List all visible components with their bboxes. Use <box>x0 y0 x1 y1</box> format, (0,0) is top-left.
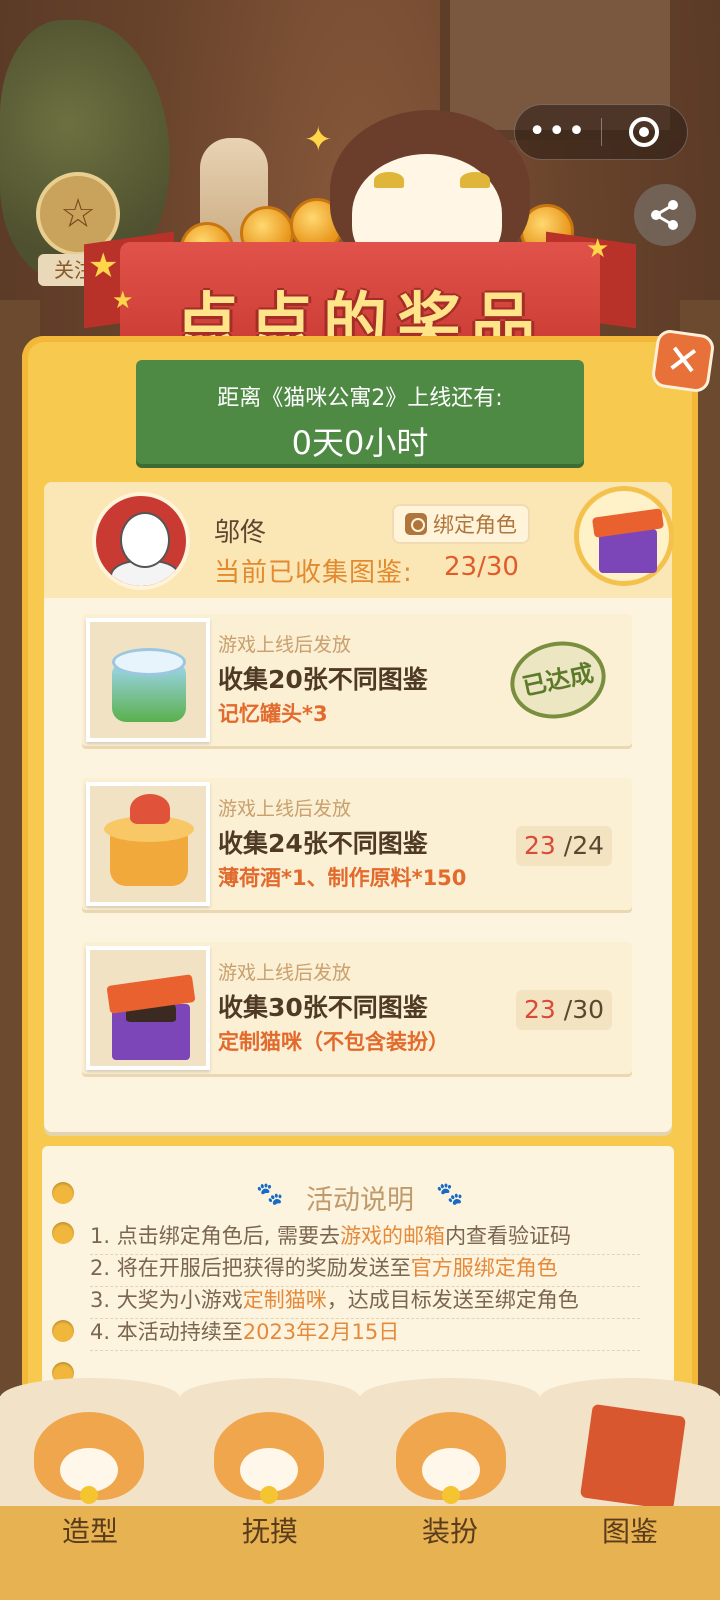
bottom-tab-bar: 造型 抚摸 装扮 图鉴 <box>0 1506 720 1600</box>
reward-subtitle: 游戏上线后发放 <box>218 962 352 984</box>
tab-styling[interactable]: 造型 <box>0 1506 180 1600</box>
bind-icon <box>405 513 427 535</box>
miniprogram-capsule: ••• <box>514 104 688 160</box>
progress-total: /30 <box>563 995 604 1024</box>
user-name: 邬佟 <box>214 518 267 548</box>
progress-current: 23 <box>524 831 556 860</box>
progress-current: 23 <box>524 995 556 1024</box>
reward-item: 游戏上线后发放 收集30张不同图鉴 定制猫咪（不包含装扮） 23 /30 <box>82 942 632 1074</box>
tab-collection[interactable]: 图鉴 <box>540 1506 720 1600</box>
avatar <box>92 492 190 590</box>
description-line: 4. 本活动持续至2023年2月15日 <box>90 1316 640 1351</box>
reward-prize: 记忆罐头*3 <box>218 702 328 726</box>
star-icon: ★ <box>88 246 119 286</box>
star-icon: ★ <box>586 234 610 264</box>
reward-item: 游戏上线后发放 收集20张不同图鉴 记忆罐头*3 已达成 <box>82 614 632 746</box>
bind-role-button[interactable]: 绑定角色 <box>392 504 530 544</box>
share-icon <box>651 200 678 230</box>
close-button[interactable]: ✕ <box>650 328 716 394</box>
reward-title: 收集24张不同图鉴 <box>218 829 428 858</box>
gift-box-icon <box>574 486 674 586</box>
more-icon[interactable]: ••• <box>515 104 601 160</box>
countdown-label: 距离《猫咪公寓2》上线还有: <box>217 386 503 411</box>
reward-prize: 定制猫咪（不包含装扮） <box>218 1030 449 1054</box>
star-icon: ★ <box>112 286 134 314</box>
binder-hole <box>52 1222 74 1244</box>
progress-total: /24 <box>563 831 604 860</box>
target-ring-icon <box>629 117 660 147</box>
share-button[interactable] <box>634 184 696 246</box>
achieved-stamp: 已达成 <box>503 632 613 728</box>
description-line: 1. 点击绑定角色后, 需要去游戏的邮箱内查看验证码 <box>90 1220 640 1255</box>
description-title: 活动说明 <box>306 1185 414 1216</box>
collected-count: 23/30 <box>444 552 519 582</box>
tab-dressup[interactable]: 装扮 <box>360 1506 540 1600</box>
memory-can-icon <box>86 618 210 742</box>
cat-dressup-icon[interactable] <box>396 1412 506 1504</box>
cat-styling-icon[interactable] <box>34 1412 144 1504</box>
reward-item: 游戏上线后发放 收集24张不同图鉴 薄荷酒*1、制作原料*150 23 /24 <box>82 778 632 910</box>
tab-petting[interactable]: 抚摸 <box>180 1506 360 1600</box>
cake-gift-icon <box>86 782 210 906</box>
description-line: 2. 将在开服后把获得的奖励发送至官方服绑定角色 <box>90 1252 640 1287</box>
bind-role-label: 绑定角色 <box>433 513 517 537</box>
cat-gift-box-icon <box>86 946 210 1070</box>
close-icon: ✕ <box>663 335 703 387</box>
reward-prize: 薄荷酒*1、制作原料*150 <box>218 866 467 890</box>
reward-title: 收集20张不同图鉴 <box>218 665 428 694</box>
reward-subtitle: 游戏上线后发放 <box>218 634 352 656</box>
cat-petting-icon[interactable] <box>214 1412 324 1504</box>
sparkle-icon: ✦ <box>304 120 333 160</box>
reward-title: 收集30张不同图鉴 <box>218 993 428 1022</box>
collected-label: 当前已收集图鉴: <box>214 558 413 588</box>
progress-badge: 23 /24 <box>516 826 612 866</box>
description-line: 3. 大奖为小游戏定制猫咪，达成目标发送至绑定角色 <box>90 1284 640 1319</box>
countdown-value: 0天0小时 <box>291 424 429 462</box>
exit-miniprogram-button[interactable] <box>602 117 688 147</box>
progress-badge: 23 /30 <box>516 990 612 1030</box>
binder-hole <box>52 1320 74 1342</box>
reward-subtitle: 游戏上线后发放 <box>218 798 352 820</box>
collection-book-icon[interactable] <box>579 1403 687 1511</box>
